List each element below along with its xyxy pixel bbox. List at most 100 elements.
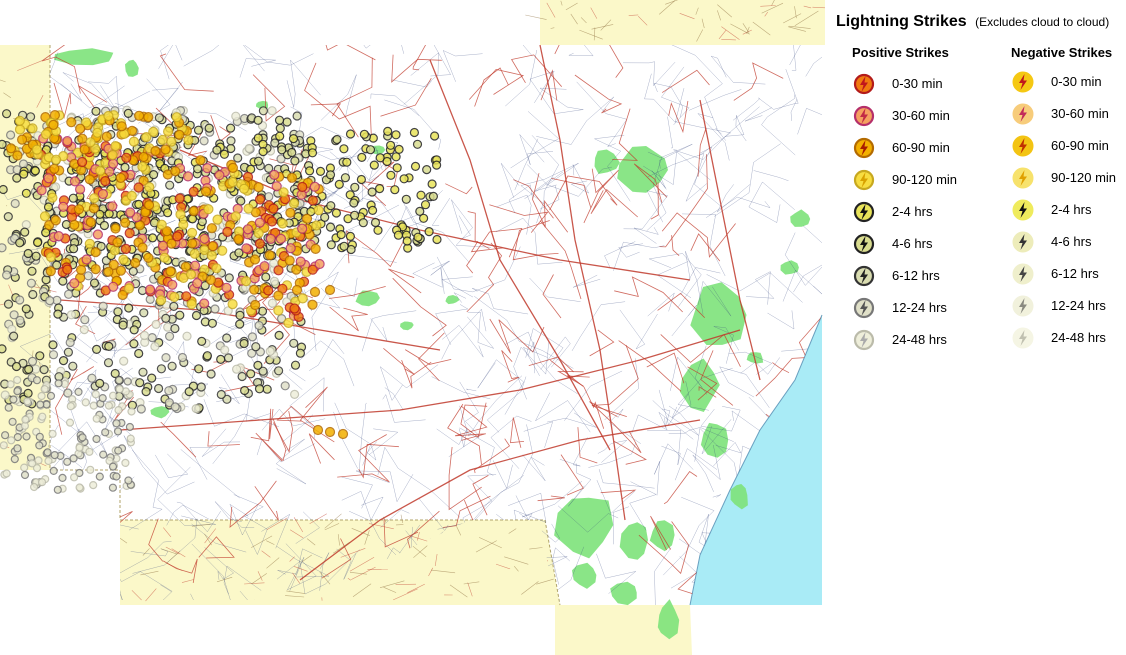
lightning-strike-marker bbox=[226, 123, 236, 133]
lightning-strike-marker bbox=[62, 264, 73, 275]
lightning-strike-marker bbox=[40, 385, 49, 394]
positive-strike-icon bbox=[853, 137, 875, 159]
lightning-strike-marker bbox=[221, 282, 232, 293]
lightning-strike-marker bbox=[164, 386, 174, 396]
lightning-strike-marker bbox=[116, 121, 127, 132]
negative-strike-icon bbox=[1012, 327, 1034, 349]
lightning-strike-marker bbox=[258, 106, 268, 116]
lightning-strike-marker bbox=[74, 184, 86, 195]
lightning-strike-marker bbox=[21, 220, 31, 230]
lightning-strike-marker bbox=[113, 427, 123, 436]
lightning-strike-marker bbox=[193, 125, 204, 135]
lightning-strike-marker bbox=[5, 143, 17, 154]
lightning-strike-marker bbox=[314, 258, 325, 270]
lightning-strike-marker bbox=[239, 338, 249, 349]
lightning-strike-marker bbox=[114, 376, 124, 385]
lightning-strike-marker bbox=[156, 219, 167, 230]
lightning-strike-marker bbox=[325, 170, 336, 180]
map-canvas[interactable] bbox=[0, 0, 825, 655]
lightning-strike-marker bbox=[23, 248, 33, 259]
lightning-strike-marker bbox=[227, 162, 238, 173]
lightning-strike-marker bbox=[89, 481, 98, 490]
lightning-strike-marker bbox=[240, 385, 250, 396]
lightning-strike-marker bbox=[135, 378, 145, 388]
lightning-strike-marker bbox=[254, 384, 265, 394]
lightning-strike-marker bbox=[192, 278, 203, 289]
lightning-strike-marker bbox=[249, 254, 261, 265]
lightning-strike-marker bbox=[269, 169, 280, 180]
lightning-strike-marker bbox=[81, 254, 92, 265]
negative-strike-icon bbox=[1012, 167, 1034, 189]
lightning-strike-marker bbox=[244, 143, 254, 154]
lightning-strike-marker bbox=[136, 404, 146, 414]
lightning-strike-marker bbox=[53, 485, 62, 494]
lightning-strike-marker bbox=[157, 134, 168, 145]
lightning-strike-marker bbox=[1, 270, 12, 280]
lightning-strike-marker bbox=[144, 182, 155, 193]
lightning-strike-marker bbox=[196, 382, 206, 392]
lightning-strike-marker bbox=[265, 346, 275, 356]
lightning-strike-marker bbox=[307, 195, 318, 206]
lightning-strike-marker bbox=[186, 299, 197, 310]
lightning-strike-marker bbox=[85, 447, 94, 456]
lightning-strike-marker bbox=[324, 426, 336, 438]
lightning-strike-marker bbox=[134, 348, 144, 359]
lightning-strike-marker bbox=[273, 305, 284, 316]
lightning-strike-marker bbox=[262, 384, 272, 394]
lightning-strike-marker bbox=[254, 194, 266, 205]
lightning-strike-marker bbox=[393, 230, 403, 240]
lightning-strike-marker bbox=[75, 264, 87, 275]
lightning-strike-marker bbox=[120, 243, 132, 254]
lightning-strike-marker bbox=[35, 432, 44, 441]
lightning-strike-marker bbox=[0, 184, 8, 195]
lightning-strike-marker bbox=[31, 144, 43, 155]
lightning-strike-marker bbox=[30, 166, 41, 176]
lightning-strike-marker bbox=[62, 136, 73, 147]
lightning-strike-marker bbox=[264, 250, 275, 261]
lightning-strike-marker bbox=[249, 284, 260, 295]
lightning-strike-marker bbox=[58, 473, 67, 482]
lightning-strike-marker bbox=[26, 278, 36, 288]
legend-negative-label: 6-12 hrs bbox=[1051, 266, 1099, 281]
lightning-strike-marker bbox=[26, 112, 36, 122]
lightning-strike-marker bbox=[23, 388, 33, 398]
legend-positive-label: 60-90 min bbox=[892, 140, 950, 155]
lightning-strike-marker bbox=[48, 340, 58, 350]
lightning-strike-marker bbox=[191, 310, 202, 321]
lightning-strike-marker bbox=[9, 310, 19, 320]
lightning-strike-marker bbox=[0, 139, 7, 149]
lightning-strike-marker bbox=[141, 387, 151, 397]
lightning-strike-marker bbox=[126, 190, 137, 201]
lightning-strike-marker bbox=[191, 404, 201, 414]
lightning-strike-marker bbox=[174, 193, 185, 204]
lightning-strike-marker bbox=[189, 260, 201, 271]
lightning-strike-marker bbox=[280, 381, 290, 391]
lightning-strike-marker bbox=[239, 183, 250, 194]
lightning-strike-marker bbox=[83, 271, 93, 281]
lightning-strike-marker bbox=[103, 110, 114, 122]
lightning-strike-marker bbox=[277, 145, 287, 155]
lightning-strike-marker bbox=[289, 338, 299, 348]
lightning-strike-marker bbox=[185, 269, 197, 280]
lightning-strike-marker bbox=[108, 483, 118, 492]
lightning-strike-marker bbox=[189, 248, 200, 259]
lightning-strike-marker bbox=[182, 331, 192, 341]
lightning-strike-marker bbox=[275, 123, 285, 133]
lightning-strike-marker bbox=[286, 172, 298, 183]
lightning-strike-marker bbox=[20, 227, 30, 237]
lightning-strike-marker bbox=[63, 347, 74, 357]
lightning-strike-marker bbox=[79, 325, 89, 335]
positive-strike-icon bbox=[853, 329, 875, 351]
lightning-strike-marker bbox=[13, 444, 22, 453]
lightning-strike-marker bbox=[92, 127, 103, 138]
lightning-strike-marker bbox=[112, 419, 121, 428]
lightning-map[interactable] bbox=[0, 0, 825, 655]
lightning-strike-marker bbox=[113, 307, 123, 317]
lightning-strike-marker bbox=[207, 241, 218, 252]
lightning-strike-marker bbox=[324, 284, 336, 296]
lightning-strike-marker bbox=[273, 265, 284, 276]
lightning-strike-marker bbox=[89, 193, 100, 204]
lightning-strike-marker bbox=[128, 266, 138, 276]
lightning-strike-marker bbox=[205, 274, 217, 286]
lightning-strike-marker bbox=[75, 443, 84, 452]
